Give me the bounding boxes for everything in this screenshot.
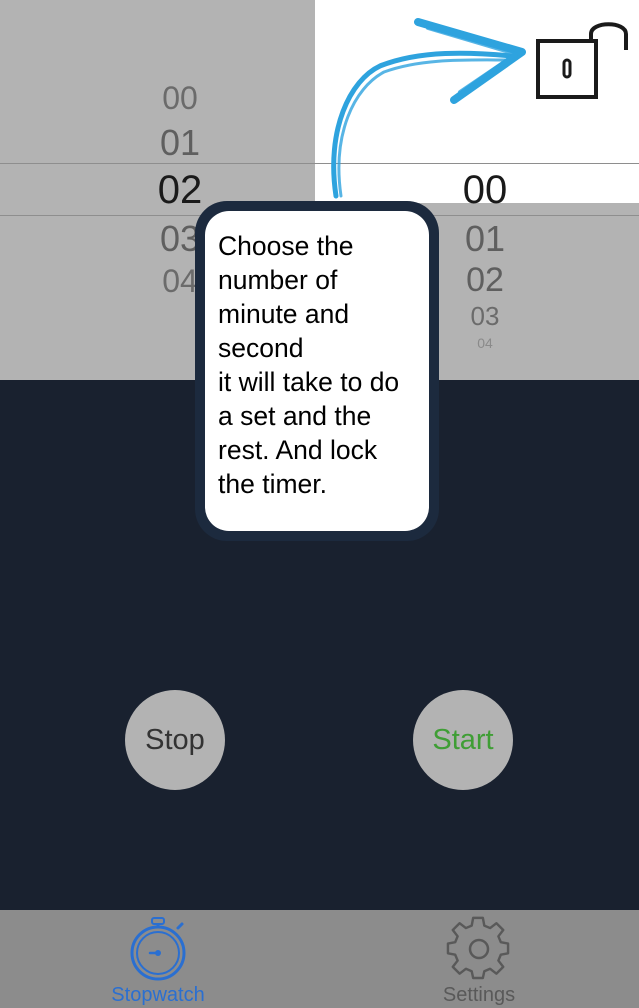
stopwatch-icon bbox=[130, 917, 186, 981]
picker-value: 01 bbox=[159, 122, 201, 163]
tab-settings[interactable]: Settings bbox=[410, 910, 548, 1008]
tab-settings-label: Settings bbox=[442, 984, 516, 1006]
unlocked-padlock-icon[interactable] bbox=[534, 16, 630, 102]
instruction-tooltip: Choose the number of minute and second i… bbox=[195, 201, 439, 541]
tab-stopwatch[interactable]: Stopwatch bbox=[88, 910, 228, 1008]
tooltip-body: Choose the number of minute and second i… bbox=[205, 211, 429, 531]
gear-icon bbox=[446, 916, 510, 980]
start-button[interactable]: Start bbox=[413, 690, 513, 790]
tab-stopwatch-label: Stopwatch bbox=[111, 984, 205, 1006]
tooltip-text: Choose the number of minute and second i… bbox=[218, 231, 400, 499]
tab-bar: Stopwatch Settings bbox=[0, 910, 639, 1008]
picker-value: 00 bbox=[162, 80, 198, 116]
stop-button[interactable]: Stop bbox=[125, 690, 225, 790]
